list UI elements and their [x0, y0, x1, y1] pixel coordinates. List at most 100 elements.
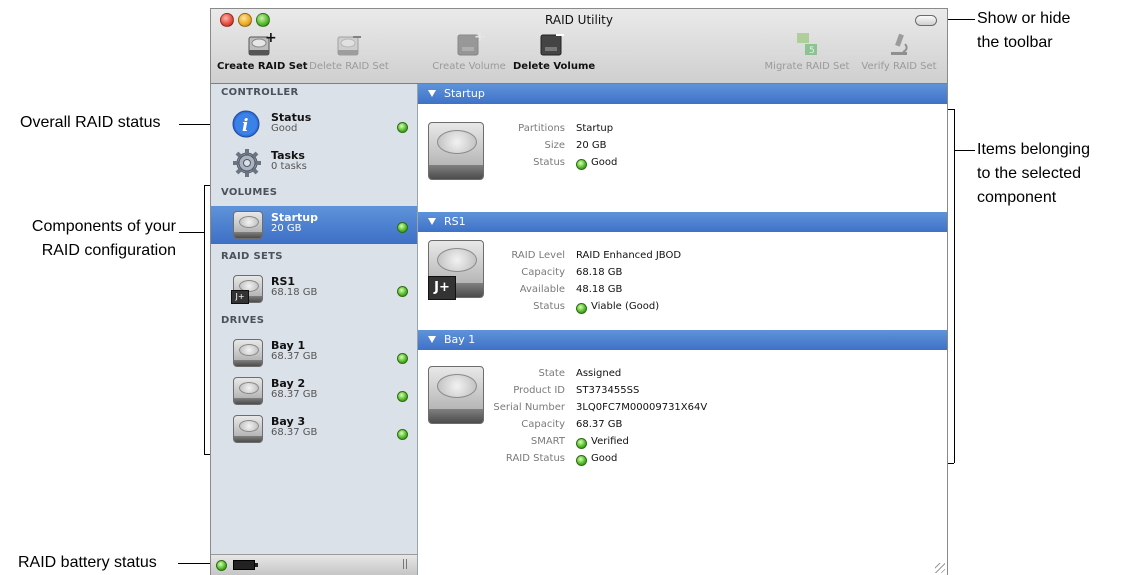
prop-row: Serial Number 3LQ0FC7M00009731X64V	[418, 402, 947, 418]
svg-text:5: 5	[809, 46, 815, 56]
disclosure-triangle-icon[interactable]	[428, 218, 436, 225]
prop-row: SMART Verified	[418, 436, 947, 452]
sidebar-item-sublabel: 68.37 GB	[271, 427, 318, 438]
verify-raid-set-label: Verify RAID Set	[861, 61, 937, 72]
status-good-indicator	[576, 438, 587, 449]
callout-items-line1: Items belonging	[977, 141, 1090, 158]
sidebar-item-bay-1[interactable]: Bay 1 68.37 GB	[211, 334, 417, 372]
create-raid-set-label: Create RAID Set	[217, 61, 308, 72]
callout-battery-status: RAID battery status	[18, 554, 157, 571]
battery-status-indicator	[216, 560, 227, 571]
prop-value: Viable (Good)	[591, 301, 660, 312]
callout-items-line2: to the selected	[977, 165, 1082, 182]
section-header-startup[interactable]: Startup	[418, 84, 947, 104]
callout-items-line3: component	[977, 189, 1057, 206]
create-volume-label: Create Volume	[432, 61, 506, 72]
section-title: RS1	[444, 215, 466, 228]
drive-plus-icon: +	[244, 30, 277, 57]
migrate-raid-set-label: Migrate RAID Set	[764, 61, 850, 72]
sidebar-item-sublabel: Good	[271, 123, 298, 134]
svg-text:+: +	[265, 31, 276, 46]
sidebar-item-sublabel: 20 GB	[271, 223, 302, 234]
section-title: Startup	[444, 87, 485, 100]
disclosure-triangle-icon[interactable]	[428, 336, 436, 343]
prop-value: RAID Enhanced JBOD	[576, 250, 682, 261]
jbod-badge: J+	[231, 290, 249, 304]
svg-text:i: i	[242, 116, 248, 136]
status-good-indicator	[397, 286, 408, 297]
prop-value: 68.18 GB	[576, 267, 623, 278]
disclosure-triangle-icon[interactable]	[428, 90, 436, 97]
migrate-raid-set-button[interactable]: 5 Migrate RAID Set	[761, 31, 853, 72]
prop-row: Capacity 68.37 GB	[418, 419, 947, 435]
sidebar: CONTROLLER i Status Good Tasks 0 tasks V…	[211, 84, 418, 575]
status-good-indicator	[397, 353, 408, 364]
prop-row: Partitions Startup	[418, 123, 947, 139]
sidebar-item-tasks[interactable]: Tasks 0 tasks	[211, 144, 417, 182]
sidebar-item-startup[interactable]: Startup 20 GB	[211, 206, 417, 244]
prop-label: RAID Level	[511, 250, 565, 261]
sidebar-resize-handle[interactable]	[403, 559, 409, 569]
callout-bracket-components	[204, 185, 205, 454]
callout-leader-items	[955, 150, 975, 151]
prop-value: Good	[591, 157, 618, 168]
section-header-rs1[interactable]: RS1	[418, 212, 947, 232]
prop-value: Assigned	[576, 368, 622, 379]
create-raid-set-button[interactable]: + Create RAID Set	[217, 30, 308, 72]
drive-minus-icon	[333, 31, 365, 57]
title-bar: RAID Utility + Create RAID Set Delete RA…	[211, 9, 947, 84]
section-header-bay-1[interactable]: Bay 1	[418, 330, 947, 350]
prop-row: State Assigned	[418, 368, 947, 384]
prop-row: Capacity 68.18 GB	[418, 267, 947, 283]
callout-components-line2: RAID configuration	[41, 242, 176, 259]
window-resize-grip[interactable]	[935, 563, 945, 573]
callout-toolbar-line1: Show or hide	[977, 10, 1071, 27]
window-title: RAID Utility	[545, 13, 613, 27]
delete-volume-label: Delete Volume	[513, 61, 596, 72]
prop-label: Capacity	[521, 419, 565, 430]
prop-value: ST373455SS	[576, 385, 640, 396]
status-good-indicator	[397, 122, 408, 133]
sidebar-item-status[interactable]: i Status Good	[211, 106, 417, 144]
status-good-indicator	[397, 391, 408, 402]
drive-icon	[231, 413, 265, 443]
delete-raid-set-button[interactable]: Delete RAID Set	[307, 31, 391, 72]
info-icon: i	[231, 109, 265, 139]
sidebar-heading-drives: DRIVES	[221, 315, 265, 326]
prop-label: Partitions	[518, 123, 565, 134]
prop-label: Status	[533, 157, 565, 168]
toolbar-toggle-button[interactable]	[915, 15, 937, 26]
sidebar-status-bar	[211, 554, 417, 575]
gear-icon	[231, 147, 265, 177]
sidebar-item-sublabel: 68.37 GB	[271, 389, 318, 400]
detail-pane: Startup Partitions Startup Size 20 GB St…	[418, 84, 947, 575]
status-good-indicator	[576, 159, 587, 170]
delete-volume-button[interactable]: Delete Volume	[513, 31, 596, 72]
prop-row: Available 48.18 GB	[418, 284, 947, 300]
sidebar-heading-controller: CONTROLLER	[221, 87, 299, 98]
drive-icon	[231, 375, 265, 405]
prop-label: Status	[533, 301, 565, 312]
prop-label: Available	[519, 284, 565, 295]
volume-minus-icon	[536, 31, 568, 57]
status-good-indicator	[576, 303, 587, 314]
drive-icon	[231, 209, 265, 239]
status-good-indicator	[576, 455, 587, 466]
callout-leader-overall	[179, 124, 211, 125]
drive-icon	[231, 337, 265, 367]
prop-label: Serial Number	[493, 402, 565, 413]
delete-raid-set-label: Delete RAID Set	[309, 61, 389, 72]
sidebar-item-bay-3[interactable]: Bay 3 68.37 GB	[211, 410, 417, 448]
create-volume-button[interactable]: + Create Volume	[429, 29, 509, 72]
prop-label: Size	[544, 140, 565, 151]
verify-raid-set-button[interactable]: Verify RAID Set	[857, 31, 941, 72]
prop-label: RAID Status	[505, 453, 565, 464]
prop-value: 3LQ0FC7M00009731X64V	[576, 402, 708, 413]
sidebar-item-bay-2[interactable]: Bay 2 68.37 GB	[211, 372, 417, 410]
volume-plus-icon: +	[453, 29, 486, 57]
microscope-icon	[883, 31, 915, 57]
sidebar-item-rs1[interactable]: J+ RS1 68.18 GB	[211, 270, 417, 308]
prop-value: 48.18 GB	[576, 284, 623, 295]
raid-set-drive-icon: J+	[231, 273, 265, 304]
sidebar-heading-raid-sets: RAID SETS	[221, 251, 283, 262]
